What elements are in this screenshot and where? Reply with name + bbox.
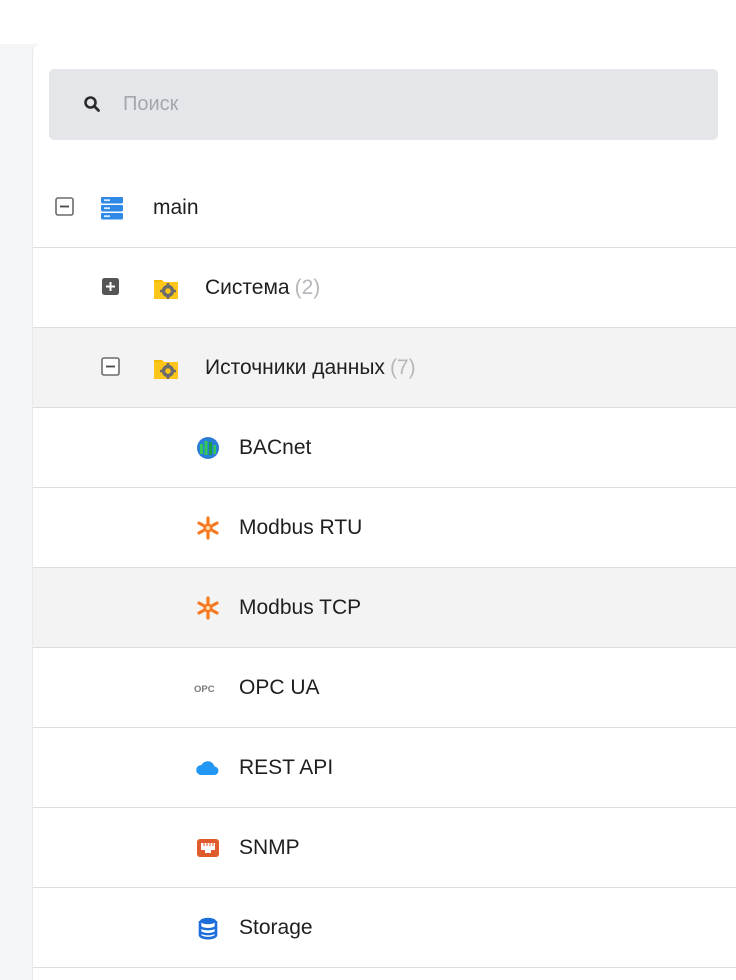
tree-leaf-label: Storage	[239, 916, 313, 939]
modbus-icon	[197, 596, 219, 620]
search-box[interactable]	[49, 69, 718, 140]
tree-leaf-label: BACnet	[239, 436, 312, 459]
cloud-icon	[196, 761, 219, 775]
tree-leaf-label: Modbus TCP	[239, 596, 362, 619]
tree-node-count: (7)	[389, 356, 416, 379]
modbus-icon	[197, 516, 219, 540]
tree-leaf-modbus-rtu[interactable]: Modbus RTU	[33, 488, 736, 568]
expand-icon[interactable]	[101, 277, 121, 297]
tree-node-count: (2)	[294, 276, 321, 299]
tree-leaf-label: SNMP	[239, 836, 300, 859]
search-icon	[84, 96, 100, 112]
svg-text:OPC: OPC	[194, 684, 215, 695]
tree-node-label: main	[153, 196, 199, 219]
tree-leaf-label: REST API	[239, 756, 334, 779]
gear-folder-icon	[154, 360, 178, 379]
tree-node-label-wrap: Система (2)	[205, 274, 320, 302]
tree-node-data-sources[interactable]: Источники данных (7)	[33, 328, 736, 408]
tree-node-label-wrap: Источники данных (7)	[205, 354, 416, 382]
top-strip	[0, 0, 736, 44]
tree-panel: main Система(2)	[32, 44, 736, 980]
tree-leaf-label: OPC UA	[239, 676, 320, 699]
tree-node-main[interactable]: main	[33, 168, 736, 248]
tree-leaf-label: Modbus RTU	[239, 516, 363, 539]
gear-folder-icon	[154, 280, 178, 299]
tree-leaf-bacnet[interactable]: BACnet	[33, 408, 736, 488]
opc-icon: OPC	[194, 684, 215, 695]
database-icon	[198, 917, 218, 940]
tree-leaf-modbus-tcp[interactable]: Modbus TCP	[33, 568, 736, 648]
tree-node-system[interactable]: Система (2)	[33, 248, 736, 328]
tree-node-label: Источники данных	[205, 356, 385, 379]
server-icon	[101, 197, 123, 220]
tree-leaf-rest-api[interactable]: REST API	[33, 728, 736, 808]
tree-leaf-opc-ua[interactable]: OPC OPC UA	[33, 648, 736, 728]
tree-leaf-snmp[interactable]: SNMP	[33, 808, 736, 888]
tree-leaf-storage[interactable]: Storage	[33, 888, 736, 968]
collapse-icon[interactable]	[55, 197, 75, 217]
snmp-icon	[197, 839, 219, 857]
bacnet-icon	[197, 437, 219, 459]
collapse-icon[interactable]	[101, 357, 121, 377]
tree-node-label: Система	[205, 276, 290, 299]
search-input[interactable]	[123, 69, 683, 140]
